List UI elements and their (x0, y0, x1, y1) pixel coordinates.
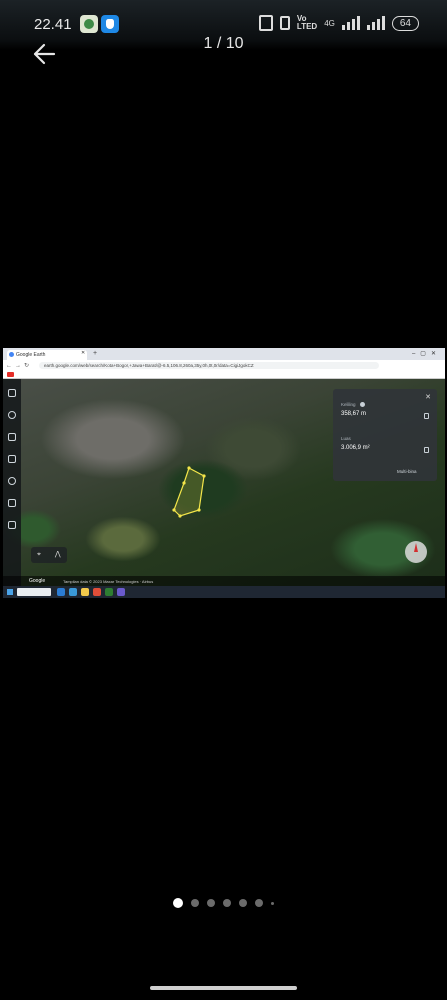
new-tab-icon: + (93, 350, 98, 357)
area-value: 3.006,9 m² (341, 445, 370, 451)
copy-icon (424, 447, 429, 453)
page-dot[interactable] (191, 899, 199, 907)
page-dot-more (271, 901, 274, 905)
folder-icon (81, 588, 89, 596)
window-controls: –▢✕ (411, 351, 441, 357)
copy-icon (424, 413, 429, 419)
screenshot-image[interactable]: Google Earth ✕ + –▢✕ ←→↻ earth.google.co… (3, 348, 445, 598)
status-time: 22.41 (34, 16, 72, 33)
google-logo: Google (29, 578, 46, 584)
map-footer: Google Tampilan data © 2023 Maxar Techno… (3, 576, 445, 586)
area-label: Luas (341, 436, 351, 441)
page-dot[interactable] (207, 899, 215, 907)
battery-badge: 64 (391, 15, 419, 31)
nfc-icon (258, 15, 273, 31)
signal-icon-2 (366, 16, 385, 30)
windows-taskbar (3, 586, 445, 598)
notification-app-icon (80, 15, 98, 33)
multi-label: Multi-bina (397, 469, 417, 474)
page-dot[interactable] (223, 899, 231, 907)
perimeter-value: 358,67 m (341, 411, 367, 417)
close-icon: ✕ (425, 394, 431, 401)
pagination-dots (0, 898, 447, 908)
compass-icon (405, 541, 427, 563)
status-indicators: Vo LTED 4G 64 (258, 14, 419, 31)
info-icon (360, 402, 365, 407)
attribution-text: Tampilan data © 2023 Maxar Technologies … (63, 579, 154, 584)
tab-close-icon: ✕ (81, 350, 86, 356)
tab-title: Google Earth (16, 352, 46, 358)
page-dot-active[interactable] (173, 898, 183, 908)
bookmarks-bar (3, 371, 445, 379)
page-dot[interactable] (239, 899, 247, 907)
shield-app-icon (101, 15, 119, 33)
browser-nav-icons: ←→↻ (6, 363, 33, 369)
url-field: earth.google.com/web/search/Kota+Bogor,+… (39, 362, 379, 369)
youtube-icon (7, 372, 14, 377)
browser-tabbar: Google Earth ✕ + –▢✕ (3, 348, 445, 360)
taskview-icon (57, 588, 65, 596)
image-counter: 1 / 10 (203, 35, 244, 52)
taskbar-search (17, 588, 51, 596)
windows-start-icon (7, 589, 13, 595)
network-type: 4G (324, 18, 335, 28)
home-indicator[interactable] (150, 986, 297, 990)
browser-addressbar: ←→↻ earth.google.com/web/search/Kota+Bog… (3, 360, 445, 371)
volte-label: Vo LTED (296, 14, 318, 31)
measure-panel: ✕ Keliling 358,67 m Luas 3.006,9 m² Mult… (333, 389, 437, 481)
vibrate-icon (279, 16, 290, 30)
edge-icon (69, 588, 77, 596)
taskbar-apps (57, 588, 125, 596)
signal-icon (341, 16, 360, 30)
browser-tab: Google Earth (7, 350, 87, 360)
excel-icon (105, 588, 113, 596)
satellite-map: ✕ Keliling 358,67 m Luas 3.006,9 m² Mult… (3, 379, 445, 586)
app-icon (117, 588, 125, 596)
page-dot[interactable] (255, 899, 263, 907)
chrome-icon (93, 588, 101, 596)
map-tools: ⌖ ⋀ (31, 547, 67, 563)
perimeter-label: Keliling (341, 402, 356, 407)
